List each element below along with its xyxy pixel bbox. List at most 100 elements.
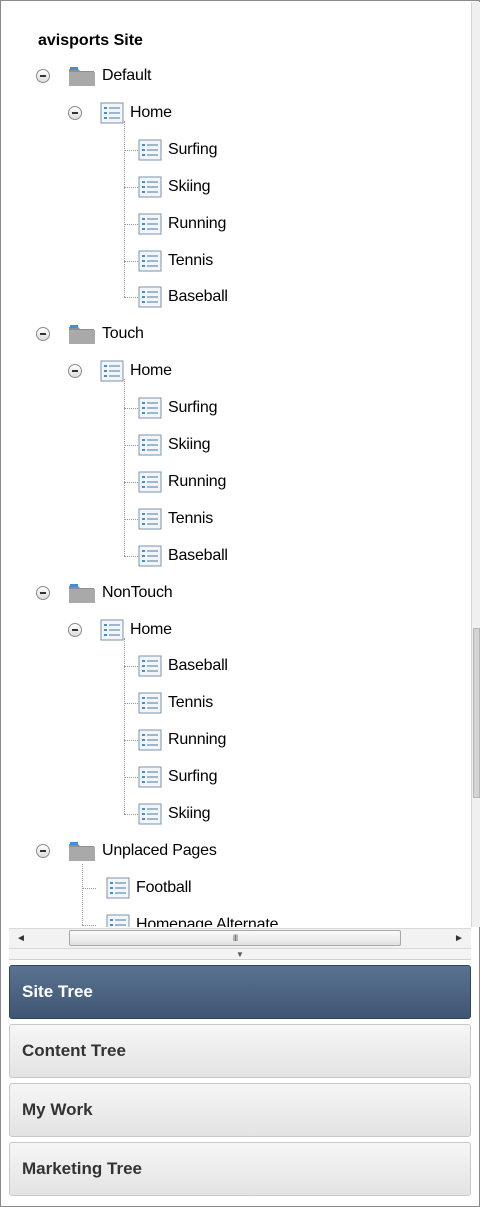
tree-connector-line — [124, 555, 138, 557]
folder-icon — [68, 582, 96, 604]
collapse-icon[interactable] — [36, 69, 50, 83]
tree-connector-line — [124, 149, 138, 151]
tree-node-label: Baseball — [168, 546, 228, 564]
tree-node-label: Skiing — [168, 177, 211, 195]
tree-folder-touch[interactable]: Touch — [2, 316, 462, 352]
tree-connector-line — [124, 740, 138, 742]
tree-node-tennis[interactable]: Tennis — [2, 501, 462, 537]
page-icon — [138, 545, 162, 567]
folder-icon — [68, 65, 96, 87]
page-icon — [100, 619, 124, 641]
tree-node-label: Running — [168, 731, 227, 749]
tree-connector-line — [124, 223, 138, 225]
tree-node-tennis[interactable]: Tennis — [2, 685, 462, 721]
tree-node-label: Tennis — [168, 694, 214, 712]
accordion-my-work[interactable]: My Work — [9, 1083, 471, 1137]
tree-node-surfing[interactable]: Surfing — [2, 390, 462, 426]
collapse-icon[interactable] — [68, 622, 82, 637]
tree-connector-line — [124, 777, 138, 779]
tree-node-homepage-alternate[interactable]: Homepage Alternate — [2, 907, 462, 927]
tree-connector-line — [124, 297, 138, 299]
vertical-scrollbar[interactable] — [471, 2, 480, 927]
tree-node-skiing[interactable]: Skiing — [2, 169, 462, 205]
accordion-site-tree[interactable]: Site Tree — [9, 965, 471, 1019]
tree-node-baseball[interactable]: Baseball — [2, 648, 462, 684]
page-icon — [138, 508, 162, 530]
tree-node-label: Surfing — [168, 399, 218, 417]
tree-node-label: Surfing — [168, 768, 218, 786]
page-icon — [138, 139, 162, 161]
tree-node-label: Home — [130, 362, 172, 380]
tree-node-baseball[interactable]: Baseball — [2, 538, 462, 574]
tree-node-label: NonTouch — [102, 583, 173, 601]
tree-node-label: Skiing — [168, 436, 211, 453]
tree-node-home[interactable]: Home — [2, 95, 462, 131]
tree-node-label: Homepage Alternate — [136, 915, 279, 927]
page-icon — [138, 250, 162, 272]
tree-node-label: Home — [130, 620, 172, 638]
horizontal-scrollbar[interactable]: ◄ III ► — [9, 928, 471, 949]
vertical-scroll-thumb[interactable] — [473, 628, 480, 798]
page-icon — [138, 766, 162, 788]
accordion-marketing-tree[interactable]: Marketing Tree — [9, 1142, 471, 1196]
tree-folder-nontouch[interactable]: NonTouch — [2, 575, 462, 611]
tree-node-football[interactable]: Football — [2, 870, 462, 906]
tree-connector-line — [82, 887, 96, 889]
tree-node-home[interactable]: Home — [2, 353, 462, 389]
tree-connector-line — [124, 120, 125, 298]
tree-node-label: Baseball — [168, 288, 228, 306]
page-icon — [106, 914, 130, 927]
collapse-icon[interactable] — [36, 843, 50, 858]
collapse-icon[interactable] — [36, 585, 50, 600]
tree-connector-line — [124, 445, 138, 446]
tree-node-skiing[interactable]: Skiing — [2, 796, 462, 832]
tree-connector-line — [124, 518, 138, 520]
scroll-left-arrow-icon[interactable]: ◄ — [9, 929, 33, 948]
page-icon — [138, 213, 162, 235]
tree-node-label: Default — [102, 67, 152, 84]
collapse-icon[interactable] — [68, 364, 82, 379]
tree-node-running[interactable]: Running — [2, 464, 462, 500]
tree-folder-default[interactable]: Default — [2, 58, 462, 94]
tree-connector-line — [124, 186, 138, 188]
page-icon — [138, 803, 162, 825]
tree-connector-line — [82, 863, 83, 925]
tree-node-label: Tennis — [168, 509, 214, 527]
accordion-content-tree[interactable]: Content Tree — [9, 1024, 471, 1078]
tree-node-running[interactable]: Running — [2, 206, 462, 242]
tree-connector-line — [124, 814, 138, 815]
folder-icon — [68, 840, 96, 862]
tree-node-skiing[interactable]: Skiing — [2, 427, 462, 463]
tree-node-home[interactable]: Home — [2, 612, 462, 648]
tree-node-label: Unplaced Pages — [102, 841, 217, 859]
tree-connector-line — [124, 481, 138, 483]
page-icon — [138, 434, 162, 456]
tree-node-baseball[interactable]: Baseball — [2, 279, 462, 315]
collapse-icon[interactable] — [68, 105, 82, 120]
tree-connector-line — [124, 379, 125, 556]
tree-node-surfing[interactable]: Surfing — [2, 759, 462, 795]
tree-node-tennis[interactable]: Tennis — [2, 243, 462, 279]
page-icon — [106, 877, 130, 899]
tree-folder-unplaced-pages[interactable]: Unplaced Pages — [2, 833, 462, 869]
scroll-right-arrow-icon[interactable]: ► — [447, 929, 471, 948]
page-icon — [138, 397, 162, 419]
tree-node-running[interactable]: Running — [2, 722, 462, 758]
page-icon — [138, 729, 162, 751]
horizontal-scroll-thumb[interactable]: III — [69, 930, 401, 946]
page-icon — [138, 655, 162, 677]
tree-connector-line — [124, 666, 138, 668]
page-icon — [138, 692, 162, 714]
tree-connector-line — [124, 260, 138, 262]
tree-node-label: Home — [130, 103, 172, 121]
tree-node-label: Football — [136, 878, 192, 896]
panel-splitter[interactable]: ▼ — [9, 949, 471, 960]
folder-icon — [68, 323, 96, 345]
collapse-icon[interactable] — [36, 327, 50, 342]
collapse-arrow-icon[interactable]: ▼ — [236, 950, 244, 959]
tree-node-label: Running — [168, 214, 227, 232]
tree-node-label: Tennis — [168, 251, 214, 269]
tree-node-label: Touch — [102, 325, 144, 343]
tree-root-title: avisports Site — [38, 32, 143, 49]
tree-node-surfing[interactable]: Surfing — [2, 132, 462, 168]
